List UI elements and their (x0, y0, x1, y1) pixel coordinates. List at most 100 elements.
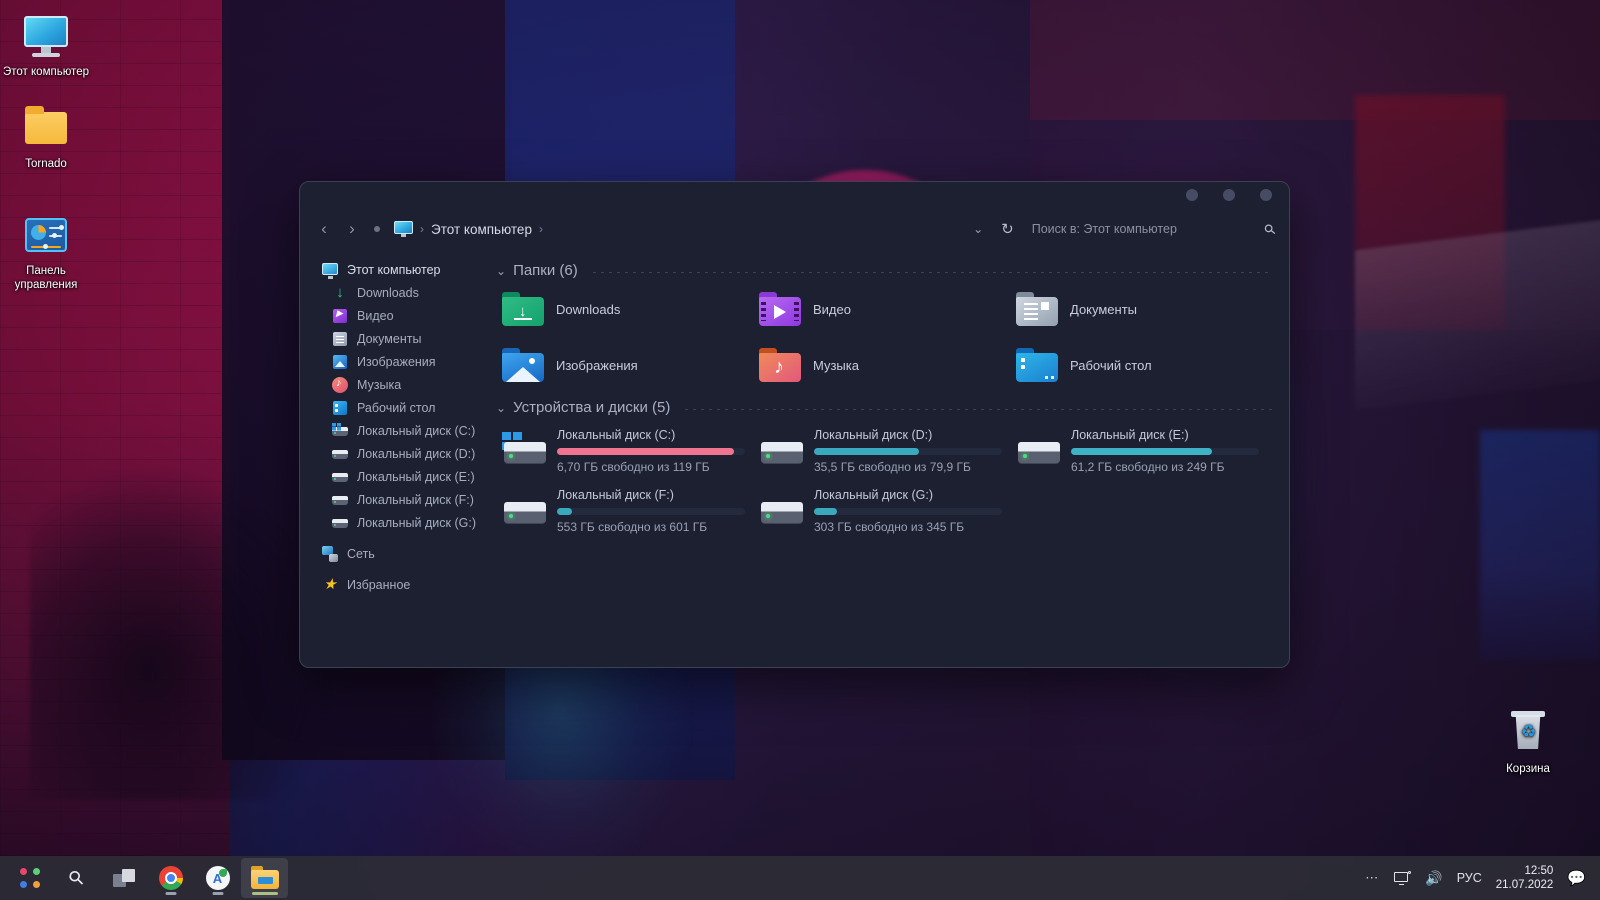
network-icon (322, 545, 338, 562)
sidebar-item-network[interactable]: Сеть (322, 542, 490, 565)
pictures-icon (332, 354, 348, 370)
taskbar[interactable]: ⚲ ⋯ (0, 856, 1600, 900)
sidebar-item-pictures[interactable]: Изображения (322, 350, 490, 373)
notification-bubble-icon[interactable]: 💬 (1567, 869, 1586, 887)
clock[interactable]: 12:50 21.07.2022 (1496, 864, 1554, 892)
section-header-folders[interactable]: ⌄ Папки (6) (496, 262, 1273, 279)
network-monitor-icon[interactable] (1394, 870, 1412, 886)
drive-label: Локальный диск (D:) (814, 428, 933, 442)
content-pane[interactable]: ⌄ Папки (6) ↓ Downloads Видео Документы … (490, 250, 1289, 667)
drive-item-f[interactable]: Локальный диск (F:) 553 ГБ свободно из 6… (502, 486, 759, 534)
drive-icon (759, 432, 803, 466)
folder-label: Видео (813, 301, 851, 317)
drive-icon (759, 492, 803, 526)
sidebar-item-music[interactable]: Музыка (322, 373, 490, 396)
recycle-bin-icon: ♻ (1504, 709, 1552, 757)
folder-label: Музыка (813, 357, 859, 373)
drive-free-space: 553 ГБ свободно из 601 ГБ (557, 520, 708, 534)
sidebar-item-video[interactable]: Видео (322, 304, 490, 327)
drive-item-e[interactable]: Локальный диск (E:) 61,2 ГБ свободно из … (1016, 426, 1273, 474)
sidebar-item-drive-d[interactable]: Локальный диск (D:) (322, 442, 490, 465)
music-icon (332, 376, 348, 393)
sidebar-item-label: Локальный диск (G:) (357, 515, 476, 530)
drive-usage-fill (557, 508, 573, 515)
documents-icon (332, 331, 348, 347)
folder-icon (22, 104, 70, 152)
minimize-button[interactable] (1186, 189, 1198, 201)
clock-date: 21.07.2022 (1495, 879, 1554, 891)
sidebar-item-drive-f[interactable]: Локальный диск (F:) (322, 488, 490, 511)
folder-label: Изображения (556, 357, 638, 373)
drive-item-g[interactable]: Локальный диск (G:) 303 ГБ свободно из 3… (759, 486, 1016, 534)
search-icon[interactable]: ⚲ (1260, 220, 1280, 239)
drive-item-c[interactable]: Локальный диск (C:) 6,70 ГБ свободно из … (502, 426, 759, 474)
sidebar-item-desktop[interactable]: Рабочий стол (322, 396, 490, 419)
sidebar-item-favorites[interactable]: ★ Избранное (322, 573, 490, 596)
drive-usage-bar (1071, 448, 1259, 455)
folder-item-music[interactable]: ♪ Музыка (759, 345, 1016, 385)
ai-app-button[interactable] (194, 858, 241, 898)
chevron-down-icon[interactable]: ⌄ (496, 264, 506, 278)
desktop-icon-control-panel[interactable]: Панель управления (1, 211, 91, 292)
star-icon: ★ (323, 575, 337, 593)
folder-item-documents[interactable]: Документы (1016, 289, 1273, 329)
search-button[interactable]: ⚲ (53, 858, 100, 898)
file-explorer-icon (250, 866, 279, 890)
sidebar-item-label: Видео (357, 308, 394, 323)
maximize-button[interactable] (1223, 189, 1235, 201)
language-indicator[interactable]: РУС (1457, 871, 1482, 885)
chevron-down-icon[interactable]: ⌄ (496, 401, 506, 415)
drive-usage-fill (1071, 448, 1212, 455)
video-folder-icon (759, 292, 801, 326)
sidebar-item-drive-c[interactable]: Локальный диск (C:) (322, 419, 490, 442)
file-explorer-button[interactable] (241, 858, 288, 898)
folder-item-downloads[interactable]: ↓ Downloads (502, 289, 759, 329)
chrome-button[interactable] (147, 858, 194, 898)
desktop-icon-tornado[interactable]: Tornado (1, 104, 91, 171)
sidebar-item-drive-e[interactable]: Локальный диск (E:) (322, 465, 490, 488)
recent-locations-button[interactable] (366, 215, 388, 243)
breadcrumb-separator[interactable]: › (539, 222, 543, 236)
start-button[interactable] (6, 858, 53, 898)
sidebar-item-documents[interactable]: Документы (322, 327, 490, 350)
breadcrumb-item-this-pc[interactable]: Этот компьютер (431, 222, 532, 237)
desktop-icon-this-pc[interactable]: Этот компьютер (1, 12, 91, 79)
pictures-folder-icon (502, 348, 544, 382)
drive-free-space: 303 ГБ свободно из 345 ГБ (814, 520, 965, 534)
this-pc-icon[interactable] (394, 221, 413, 237)
drive-icon (1016, 432, 1060, 466)
drive-item-d[interactable]: Локальный диск (D:) 35,5 ГБ свободно из … (759, 426, 1016, 474)
sidebar-item-drive-g[interactable]: Локальный диск (G:) (322, 511, 490, 534)
overflow-dots-icon[interactable]: ⋯ (1365, 870, 1380, 886)
this-pc-icon (322, 262, 338, 279)
desktop-icon-recycle-bin[interactable]: ♻ Корзина (1483, 709, 1573, 776)
chevron-down-icon[interactable]: ⌄ (973, 222, 983, 236)
window-titlebar[interactable] (300, 182, 1289, 208)
sidebar-item-this-pc[interactable]: Этот компьютер (322, 258, 490, 281)
folder-item-desktop[interactable]: Рабочий стол (1016, 345, 1273, 385)
sidebar-item-downloads[interactable]: ↓ Downloads (322, 281, 490, 304)
folder-label: Downloads (556, 301, 621, 317)
speaker-icon[interactable]: 🔊 (1425, 870, 1442, 887)
forward-button[interactable]: › (338, 215, 366, 243)
active-indicator (251, 892, 278, 895)
task-view-button[interactable] (100, 858, 147, 898)
close-button[interactable] (1260, 189, 1272, 201)
section-title: Папки (6) (513, 262, 578, 279)
back-button[interactable]: ‹ (310, 215, 338, 243)
video-icon (332, 308, 348, 324)
windows-drive-icon (502, 432, 546, 466)
search-input[interactable]: Поиск в: Этот компьютер (1032, 222, 1247, 236)
sidebar-item-label: Избранное (347, 577, 411, 592)
breadcrumb: › Этот компьютер › (394, 221, 543, 237)
drive-label: Локальный диск (G:) (814, 488, 933, 502)
file-explorer-window[interactable]: ‹ › › Этот компьютер › ⌄ ↻ Поиск в: Этот… (299, 181, 1290, 668)
navigation-pane[interactable]: Этот компьютер ↓ Downloads Видео Докумен… (300, 250, 490, 667)
section-header-drives[interactable]: ⌄ Устройства и диски (5) (496, 399, 1273, 416)
refresh-icon[interactable]: ↻ (1001, 220, 1014, 238)
folder-item-pictures[interactable]: Изображения (502, 345, 759, 385)
drive-free-space: 61,2 ГБ свободно из 249 ГБ (1071, 460, 1225, 474)
desktop[interactable]: Этот компьютер Tornado Панель управления… (0, 0, 1600, 900)
folder-item-video[interactable]: Видео (759, 289, 1016, 329)
